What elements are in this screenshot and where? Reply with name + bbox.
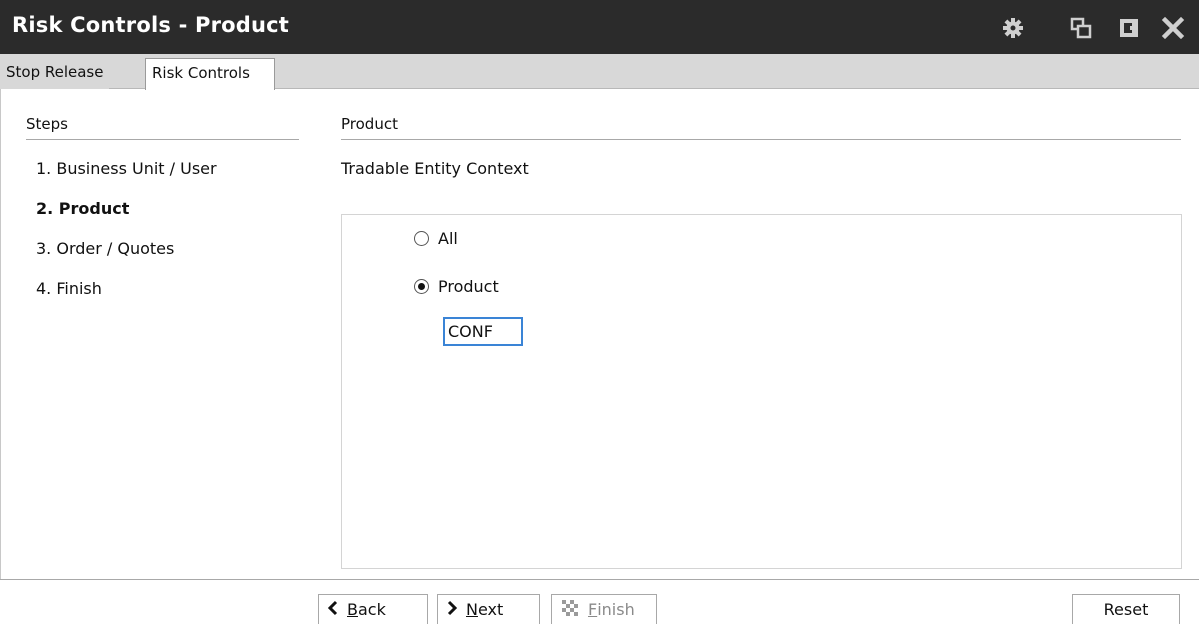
risk-controls-window: Risk Controls - Product Stop Release Ris… bbox=[0, 0, 1199, 626]
back-label: ack bbox=[357, 600, 386, 619]
finish-mnemonic: F bbox=[588, 600, 598, 619]
back-button[interactable]: Back bbox=[318, 594, 428, 624]
context-options-panel: All Product bbox=[341, 214, 1182, 569]
radio-product[interactable] bbox=[414, 279, 429, 294]
next-label: ext bbox=[477, 600, 504, 619]
finish-button[interactable]: Finish bbox=[551, 594, 657, 624]
tab-risk-controls[interactable]: Risk Controls bbox=[145, 58, 275, 90]
radio-all-option[interactable]: All bbox=[414, 229, 458, 248]
wizard-content: Steps 1. Business Unit / User 2. Product… bbox=[0, 89, 1199, 579]
tab-stop-release[interactable]: Stop Release bbox=[0, 58, 110, 89]
step-finish: 4. Finish bbox=[36, 279, 102, 298]
radio-all-label: All bbox=[438, 229, 458, 248]
radio-product-label: Product bbox=[438, 277, 499, 296]
reset-button[interactable]: Reset bbox=[1072, 594, 1180, 624]
window-title: Risk Controls - Product bbox=[12, 13, 290, 37]
tradable-entity-context-label: Tradable Entity Context bbox=[341, 159, 529, 178]
step-product: 2. Product bbox=[36, 199, 130, 218]
close-icon[interactable] bbox=[1160, 15, 1186, 41]
step-business-unit-user: 1. Business Unit / User bbox=[36, 159, 217, 178]
restore-icon[interactable] bbox=[1068, 15, 1094, 41]
radio-product-option[interactable]: Product bbox=[414, 277, 499, 296]
product-input[interactable] bbox=[443, 317, 523, 346]
step-order-quotes: 3. Order / Quotes bbox=[36, 239, 175, 258]
chevron-left-icon bbox=[327, 600, 339, 620]
next-button[interactable]: Next bbox=[437, 594, 540, 624]
next-mnemonic: N bbox=[466, 600, 478, 619]
back-mnemonic: B bbox=[347, 600, 358, 619]
product-divider bbox=[341, 139, 1181, 140]
finish-label: inish bbox=[597, 600, 635, 619]
steps-header: Steps bbox=[26, 115, 68, 133]
product-header: Product bbox=[341, 115, 398, 133]
checkered-flag-icon bbox=[560, 599, 580, 621]
wizard-footer: Back Next Finish Reset bbox=[0, 580, 1199, 626]
dock-icon[interactable] bbox=[1116, 15, 1142, 41]
chevron-right-icon bbox=[446, 600, 458, 620]
tab-strip: Stop Release Risk Controls bbox=[0, 54, 1199, 90]
radio-all[interactable] bbox=[414, 231, 429, 246]
title-bar[interactable]: Risk Controls - Product bbox=[0, 0, 1199, 54]
steps-divider bbox=[26, 139, 299, 140]
gear-icon[interactable] bbox=[1000, 15, 1026, 41]
